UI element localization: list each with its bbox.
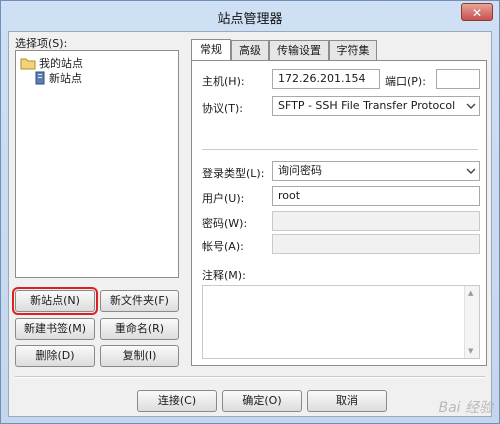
folder-icon <box>20 58 36 70</box>
close-button[interactable]: ✕ <box>461 3 493 21</box>
general-tab-panel: 主机(H): 172.26.201.154 端口(P): 协议(T): SFTP… <box>191 60 487 366</box>
scroll-up-icon[interactable]: ▲ <box>468 289 473 297</box>
copy-button[interactable]: 复制(I) <box>100 345 179 367</box>
new-bookmark-button[interactable]: 新建书签(M) <box>15 318 95 340</box>
separator <box>202 149 478 150</box>
tab-transfer-settings[interactable]: 传输设置 <box>269 40 329 60</box>
cancel-button[interactable]: 取消 <box>307 390 387 412</box>
watermark-logo: Bai 经验 <box>438 400 493 416</box>
protocol-value: SFTP - SSH File Transfer Protocol <box>278 99 456 112</box>
protocol-label: 协议(T): <box>202 102 244 115</box>
logon-type-value: 询问密码 <box>278 164 322 177</box>
port-input[interactable] <box>436 69 480 89</box>
delete-button[interactable]: 删除(D) <box>15 345 95 367</box>
site-manager-window: 站点管理器 ✕ 选择项(S): 我的站点 新站点 新站点(N) 新文件夹(F) … <box>0 0 500 424</box>
comments-label: 注释(M): <box>202 269 246 282</box>
new-folder-button[interactable]: 新文件夹(F) <box>100 290 179 312</box>
host-input[interactable]: 172.26.201.154 <box>272 69 380 89</box>
dialog-client-area: 选择项(S): 我的站点 新站点 新站点(N) 新文件夹(F) 新建书签(M) … <box>8 31 492 417</box>
tab-advanced[interactable]: 高级 <box>231 40 269 60</box>
port-label: 端口(P): <box>385 75 426 88</box>
scroll-down-icon[interactable]: ▼ <box>468 347 473 355</box>
select-entry-label: 选择项(S): <box>15 37 68 50</box>
rename-button[interactable]: 重命名(R) <box>100 318 179 340</box>
tree-item-label: 我的站点 <box>39 57 83 70</box>
tab-charset[interactable]: 字符集 <box>329 40 377 60</box>
chevron-down-icon <box>466 168 476 174</box>
ok-button[interactable]: 确定(O) <box>222 390 302 412</box>
tree-item-label: 新站点 <box>49 72 82 85</box>
logon-type-label: 登录类型(L): <box>202 167 265 180</box>
tree-item-my-sites[interactable]: 我的站点 <box>20 55 83 71</box>
account-label: 帐号(A): <box>202 240 244 253</box>
password-input <box>272 211 480 231</box>
comments-textarea[interactable]: ▲ ▼ <box>202 285 480 359</box>
host-label: 主机(H): <box>202 75 245 88</box>
tree-item-new-site[interactable]: 新站点 <box>34 70 82 86</box>
new-site-button[interactable]: 新站点(N) <box>12 287 98 315</box>
window-title: 站点管理器 <box>217 12 283 27</box>
password-label: 密码(W): <box>202 217 248 230</box>
tab-general[interactable]: 常规 <box>191 39 231 61</box>
connect-button[interactable]: 连接(C) <box>137 390 217 412</box>
chevron-down-icon <box>466 103 476 109</box>
footer-separator <box>15 376 485 378</box>
site-tree[interactable]: 我的站点 新站点 <box>15 50 179 278</box>
title-bar[interactable]: 站点管理器 ✕ <box>1 1 499 31</box>
user-input[interactable]: root <box>272 186 480 206</box>
user-label: 用户(U): <box>202 192 245 205</box>
comments-scrollbar[interactable]: ▲ ▼ <box>464 286 479 358</box>
logon-type-select[interactable]: 询问密码 <box>272 161 480 181</box>
server-icon <box>35 71 45 85</box>
account-input <box>272 234 480 254</box>
protocol-select[interactable]: SFTP - SSH File Transfer Protocol <box>272 96 480 116</box>
